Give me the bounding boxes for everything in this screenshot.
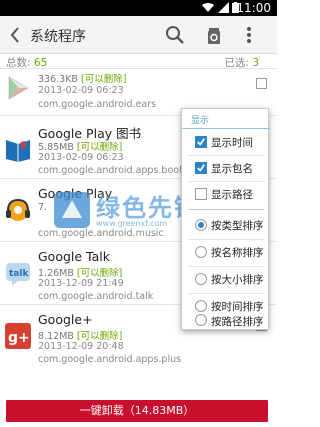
summary-bar: 总数: 65 已选: 3 [0,55,277,69]
menu-item-sort-type[interactable]: 按类型排序 [182,216,270,236]
talk-icon: talk [6,263,30,286]
back-arrow-icon[interactable] [8,25,22,45]
checkbox[interactable] [195,136,207,148]
page-title: 系统程序 [30,29,86,45]
selected-count: 已选: 3 [224,57,259,69]
status-time: 11:00 [236,1,271,15]
menu-item-show-time[interactable]: 显示时间 [182,133,270,153]
radio-button[interactable] [195,273,207,285]
app-name: Google Talk [38,249,110,264]
checkmark-icon [197,164,206,172]
menu-item-sort-path[interactable]: 按路径排序 [182,314,270,334]
action-bar: 系统程序 [0,16,277,54]
svg-text:talk: talk [9,269,29,279]
radio-button[interactable] [195,219,207,231]
svg-text:g+: g+ [8,330,30,346]
play-music-icon [6,198,30,221]
play-books-icon [6,140,30,162]
status-bar: 11:00 [0,0,277,16]
row-checkbox[interactable] [256,78,267,89]
checkbox[interactable] [195,188,207,200]
menu-header-divider [182,128,270,129]
checkmark-icon [197,138,206,146]
google-plus-icon: g+ [5,323,31,349]
checkbox[interactable] [195,162,207,174]
menu-item-show-package[interactable]: 显示包名 [182,159,270,179]
menu-header: 显示 [191,116,210,126]
overflow-menu-icon[interactable] [244,24,254,46]
menu-item-show-path[interactable]: 显示路径 [182,185,270,205]
total-count: 总数: 65 [6,57,48,69]
watermark-url: www.greenxf.com [96,219,168,228]
watermark-logo-icon [54,192,90,228]
menu-item-sort-name[interactable]: 按名称排序 [182,243,270,263]
signal-icon [218,2,229,13]
radio-button[interactable] [195,300,207,312]
wifi-icon [202,3,214,12]
recycle-bin-icon[interactable] [203,24,225,46]
menu-item-sort-size[interactable]: 按大小排序 [182,270,270,290]
search-icon[interactable] [164,24,186,46]
radio-button[interactable] [195,246,207,258]
uninstall-button[interactable]: 一键卸载（14.83MB） [6,400,268,422]
play-store-icon [8,76,29,100]
app-name: Google+ [38,312,93,327]
overflow-menu: 显示 显示时间 显示包名 显示路径 按类型排序 按名称排序 按大小排序 按时间排… [181,108,270,330]
radio-button[interactable] [195,314,207,326]
